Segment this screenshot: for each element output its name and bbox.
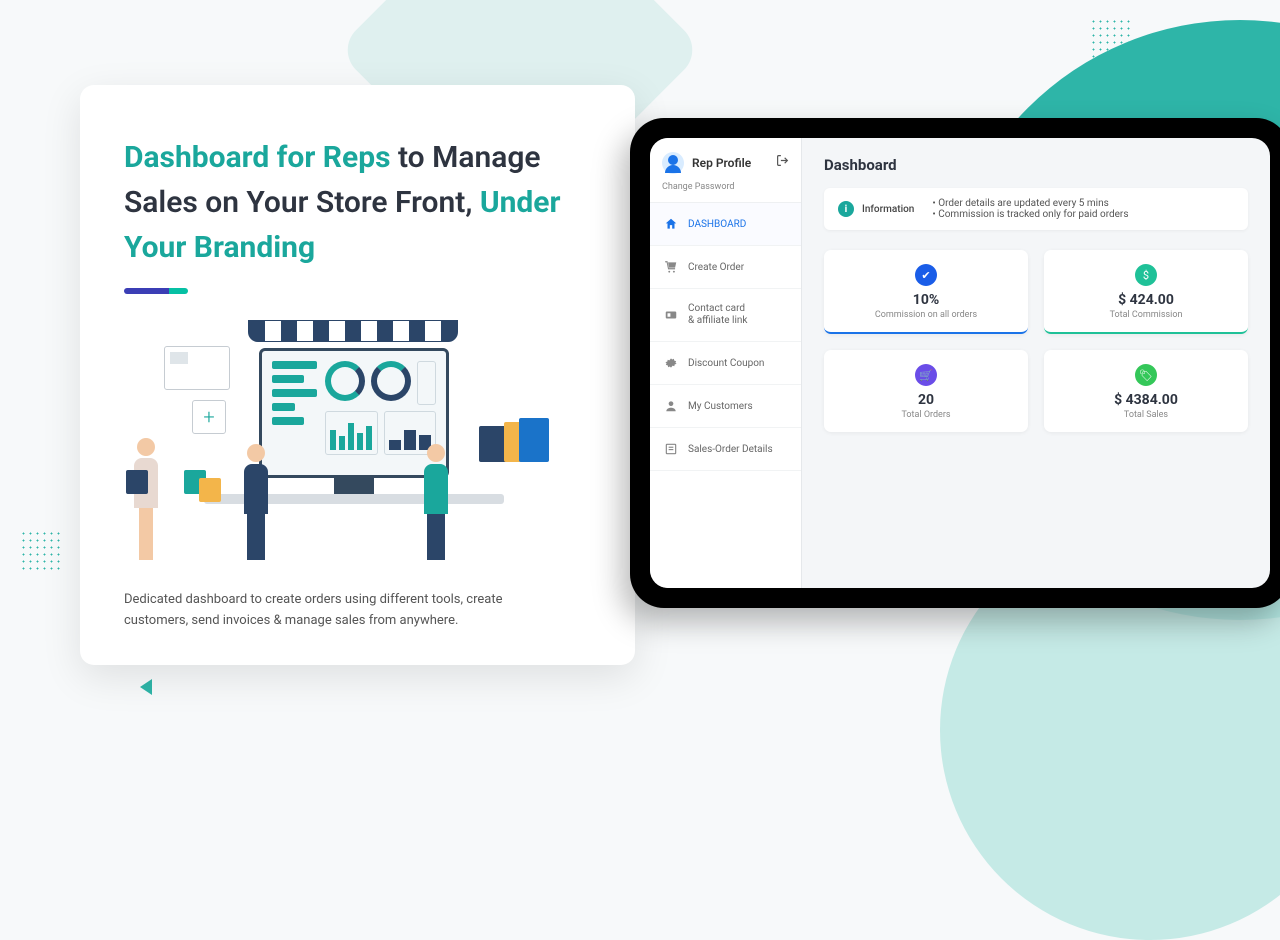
dollar-icon: $: [1135, 264, 1157, 286]
hero-description: Dedicated dashboard to create orders usi…: [124, 590, 524, 632]
tablet-mockup: Rep Profile Change Password DASHBOARD Cr…: [630, 118, 1280, 608]
avatar-icon: [662, 152, 684, 174]
stat-value: 10%: [834, 292, 1018, 308]
stat-total-commission: $ $ 424.00 Total Commission: [1044, 250, 1248, 334]
nav-label: Sales-Order Details: [688, 444, 773, 455]
sidebar: Rep Profile Change Password DASHBOARD Cr…: [650, 138, 802, 588]
nav-label: DASHBOARD: [688, 219, 746, 230]
cart-icon: 🛒: [915, 364, 937, 386]
stat-label: Commission on all orders: [834, 310, 1018, 320]
change-password-link[interactable]: Change Password: [650, 182, 801, 203]
stat-label: Total Sales: [1054, 410, 1238, 420]
stat-commission-rate: ✔ 10% Commission on all orders: [824, 250, 1028, 334]
nav-dashboard[interactable]: DASHBOARD: [650, 203, 801, 246]
user-icon: [664, 399, 678, 413]
nav-my-customers[interactable]: My Customers: [650, 385, 801, 428]
nav-label: Create Order: [688, 262, 744, 273]
dots-decoration: [1090, 18, 1130, 58]
card-icon: [664, 308, 678, 322]
nav-create-order[interactable]: Create Order: [650, 246, 801, 289]
stat-value: $ 4384.00: [1054, 392, 1238, 408]
stat-label: Total Commission: [1054, 310, 1238, 320]
nav-contact-card[interactable]: Contact card& affiliate link: [650, 289, 801, 342]
hero-title: Dashboard for Reps to Manage Sales on Yo…: [124, 135, 591, 270]
nav-label: Contact card& affiliate link: [688, 303, 748, 327]
coupon-icon: [664, 356, 678, 370]
page-title: Dashboard: [824, 156, 1248, 174]
nav-sales-order-details[interactable]: Sales-Order Details: [650, 428, 801, 471]
dots-decoration: [20, 530, 60, 570]
hero-illustration: +: [124, 320, 591, 560]
stat-value: $ 424.00: [1054, 292, 1238, 308]
badge-icon: ✔: [915, 264, 937, 286]
stat-total-orders: 🛒 20 Total Orders: [824, 350, 1028, 432]
nav-discount-coupon[interactable]: Discount Coupon: [650, 342, 801, 385]
info-icon: i: [838, 201, 854, 217]
hero-card: Dashboard for Reps to Manage Sales on Yo…: [80, 85, 635, 665]
nav-label: My Customers: [688, 401, 753, 412]
cart-icon: [664, 260, 678, 274]
hero-title-accent: Dashboard for Reps: [124, 140, 391, 175]
info-item: Order details are updated every 5 mins: [932, 198, 1128, 209]
stat-label: Total Orders: [834, 410, 1018, 420]
dashboard-main: Dashboard i Information Order details ar…: [802, 138, 1270, 588]
nav-label: Discount Coupon: [688, 358, 764, 369]
info-list: Order details are updated every 5 mins C…: [932, 198, 1128, 220]
tag-icon: 🏷: [1135, 364, 1157, 386]
arrow-left-icon: [140, 679, 152, 695]
stats-grid: ✔ 10% Commission on all orders $ $ 424.0…: [824, 250, 1248, 432]
hero-underline: [124, 288, 188, 294]
info-bar: i Information Order details are updated …: [824, 188, 1248, 230]
list-icon: [664, 442, 678, 456]
stat-value: 20: [834, 392, 1018, 408]
info-item: Commission is tracked only for paid orde…: [932, 209, 1128, 220]
logout-icon[interactable]: [776, 154, 789, 171]
info-label: Information: [862, 204, 914, 215]
sidebar-header: Rep Profile: [650, 138, 801, 182]
stat-total-sales: 🏷 $ 4384.00 Total Sales: [1044, 350, 1248, 432]
profile-label: Rep Profile: [692, 156, 751, 170]
home-icon: [664, 217, 678, 231]
